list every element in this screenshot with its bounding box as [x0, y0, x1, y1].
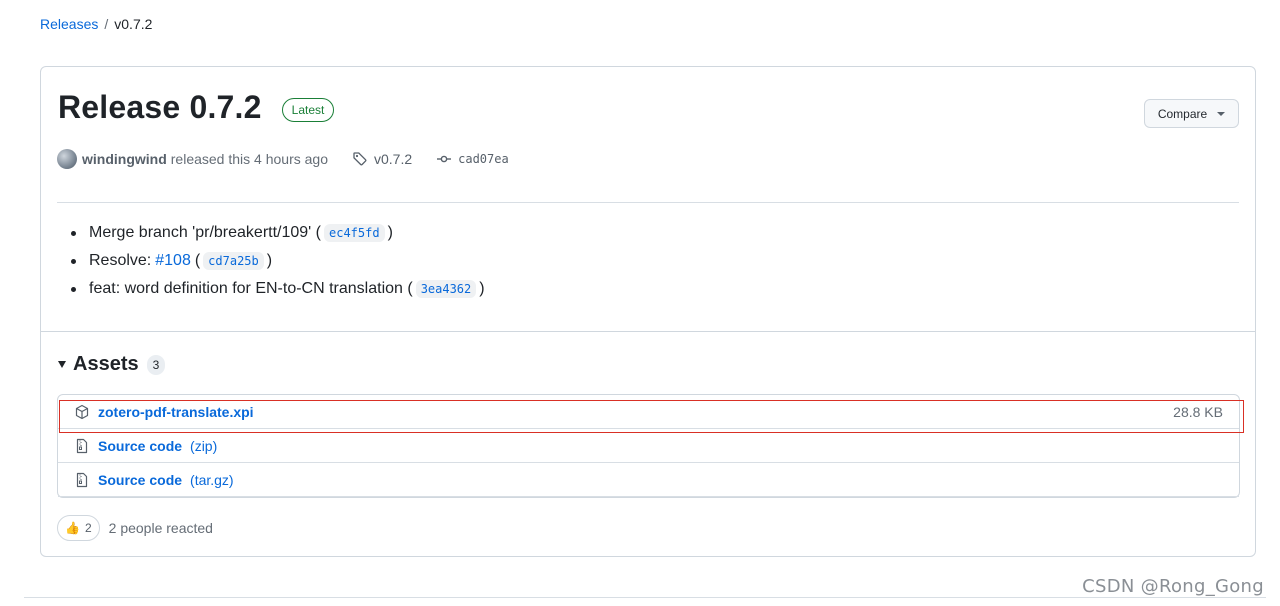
source-code-zip-link[interactable]: Source code: [98, 438, 182, 454]
note-close-paren: ): [479, 280, 485, 297]
release-card: Release 0.7.2 Latest Compare windingwind…: [40, 66, 1256, 557]
release-title[interactable]: Release 0.7.2: [58, 89, 262, 126]
source-code-targz-link[interactable]: Source code: [98, 472, 182, 488]
tag-link[interactable]: v0.7.2: [352, 151, 412, 167]
note-close-paren: ): [266, 252, 273, 269]
breadcrumb: Releases / v0.7.2: [40, 16, 152, 32]
thumbs-up-reaction-button[interactable]: 👍 2: [57, 515, 100, 541]
assets-title: Assets: [73, 353, 139, 375]
commit-link[interactable]: cad07ea: [436, 151, 509, 167]
file-zip-icon: [74, 438, 90, 454]
package-icon: [74, 404, 90, 420]
asset-format-label[interactable]: (tar.gz): [190, 472, 234, 488]
assets-toggle[interactable]: Assets 3: [58, 353, 166, 376]
git-commit-icon: [437, 155, 452, 163]
release-notes: Merge branch 'pr/breakertt/109' ( ec4f5f…: [71, 219, 485, 303]
note-open-paren: (: [194, 252, 201, 269]
compare-label: Compare: [1157, 106, 1208, 121]
list-item: Merge branch 'pr/breakertt/109' ( ec4f5f…: [71, 219, 485, 247]
compare-button[interactable]: Compare: [1144, 99, 1239, 128]
tag-icon: [353, 152, 367, 166]
list-item: feat: word definition for EN-to-CN trans…: [71, 275, 485, 303]
breadcrumb-current: v0.7.2: [114, 16, 153, 32]
asset-row: Source code (tar.gz): [58, 463, 1239, 497]
commit-sha-link[interactable]: 3ea4362: [415, 280, 477, 298]
asset-format-label[interactable]: (zip): [190, 438, 217, 454]
triangle-down-icon: [58, 361, 66, 368]
assets-count-badge: 3: [146, 354, 166, 375]
file-zip-icon: [74, 472, 90, 488]
release-meta: windingwind released this 4 hours ago v0…: [57, 149, 509, 169]
asset-row: zotero-pdf-translate.xpi 28.8 KB: [58, 395, 1239, 429]
watermark: CSDN @Rong_Gong: [1082, 576, 1264, 597]
asset-size: 28.8 KB: [1173, 403, 1223, 420]
note-text: feat: word definition for EN-to-CN trans…: [89, 280, 413, 297]
released-time-text: released this 4 hours ago: [170, 151, 328, 167]
breadcrumb-separator: /: [104, 16, 109, 32]
reactions-bar: 👍 2 2 people reacted: [57, 515, 213, 541]
reaction-summary: 2 people reacted: [108, 520, 213, 536]
caret-down-icon: [1217, 111, 1226, 116]
list-item: Resolve: #108 ( cd7a25b ): [71, 247, 485, 275]
commit-label: cad07ea: [458, 152, 509, 166]
commit-sha-link[interactable]: cd7a25b: [203, 252, 264, 270]
note-text: Resolve:: [89, 252, 152, 269]
divider: [57, 202, 1239, 203]
latest-badge: Latest: [281, 97, 335, 122]
reaction-count: 2: [84, 521, 92, 535]
asset-row: Source code (zip): [58, 429, 1239, 463]
release-header: Release 0.7.2 Latest: [58, 89, 335, 126]
assets-list: zotero-pdf-translate.xpi 28.8 KB Source …: [57, 394, 1244, 498]
author-link[interactable]: windingwind: [82, 151, 167, 167]
divider: [24, 597, 1266, 598]
divider: [41, 331, 1255, 332]
note-close-paren: ): [387, 224, 393, 241]
commit-sha-link[interactable]: ec4f5fd: [324, 224, 385, 242]
note-text: Merge branch 'pr/breakertt/109' (: [89, 224, 321, 241]
tag-label: v0.7.2: [373, 151, 413, 167]
asset-download-link[interactable]: zotero-pdf-translate.xpi: [98, 404, 254, 420]
breadcrumb-releases-link[interactable]: Releases: [40, 16, 98, 32]
avatar[interactable]: [57, 149, 77, 169]
issue-link[interactable]: #108: [155, 252, 191, 270]
thumbs-up-icon: 👍: [65, 521, 80, 535]
